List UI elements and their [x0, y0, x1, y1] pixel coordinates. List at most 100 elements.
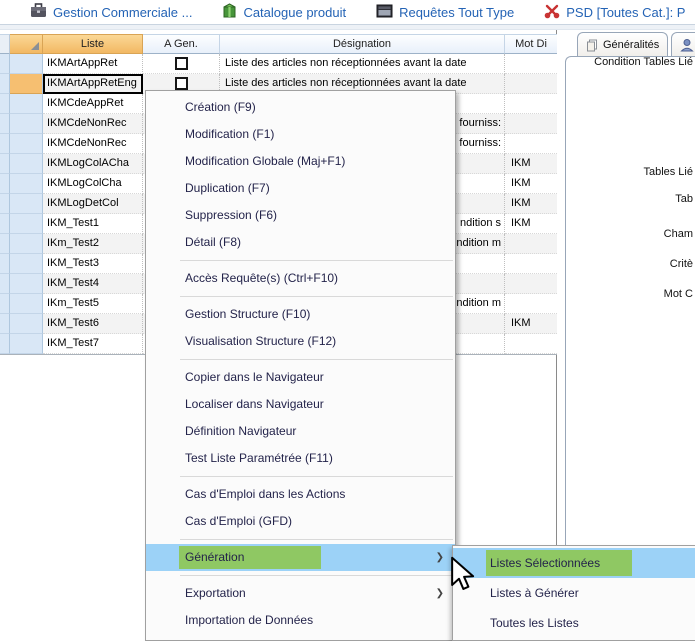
row-selector-cell[interactable]	[10, 334, 43, 354]
cell-liste[interactable]: IKM_Test4	[43, 274, 143, 294]
cell-liste[interactable]: IKM_Test1	[43, 214, 143, 234]
pages-icon	[586, 39, 599, 52]
tab-generalites[interactable]: Généralités	[577, 32, 668, 57]
checkbox-unchecked[interactable]	[175, 57, 188, 70]
cell-mot-di[interactable]	[505, 234, 557, 254]
panel-field-label: Tables Lié	[643, 165, 693, 179]
cell-liste[interactable]: IKM_Test7	[43, 334, 143, 354]
row-selector-cell[interactable]	[10, 94, 43, 114]
row-selector-cell[interactable]	[10, 294, 43, 314]
cell-mot-di[interactable]	[505, 134, 557, 154]
menu-item-importation-de-donn-es[interactable]: Importation de Données	[146, 607, 455, 634]
menu-item-acc-s-requ-te-s-ctrl-f10[interactable]: Accès Requête(s) (Ctrl+F10)	[146, 265, 455, 292]
cell-mot-di[interactable]	[505, 54, 557, 74]
cell-mot-di[interactable]	[505, 114, 557, 134]
menu-separator	[180, 539, 453, 540]
cell-liste[interactable]: IKMLogDetCol	[43, 194, 143, 214]
topbar-item-1[interactable]: Gestion Commerciale ...	[30, 3, 192, 21]
row-selector-cell[interactable]	[10, 54, 43, 74]
menu-item-cr-ation-f9[interactable]: Création (F9)	[146, 94, 455, 121]
table-row[interactable]: IKMArtAppRet Liste des articles non récep…	[0, 54, 557, 74]
cell-mot-di[interactable]	[505, 294, 557, 314]
top-tab-bar: Gestion Commerciale ... Catalogue produit…	[0, 0, 695, 24]
menu-item-localiser-dans-navigateur[interactable]: Localiser dans Navigateur	[146, 391, 455, 418]
row-selector-cell[interactable]	[10, 194, 43, 214]
cell-liste[interactable]: IKMLogColCha	[43, 174, 143, 194]
submenu-item-green-label: Listes Sélectionnées	[486, 550, 632, 576]
menu-item-copier-dans-le-navigateur[interactable]: Copier dans le Navigateur	[146, 364, 455, 391]
row-selector-cell[interactable]	[10, 234, 43, 254]
topbar-item-4[interactable]: PSD [Toutes Cat.]: P	[544, 3, 685, 22]
header-edge-cell	[0, 34, 10, 54]
panel-field-label: Critè	[670, 257, 693, 271]
cell-liste[interactable]: IKm_Test5	[43, 294, 143, 314]
checkbox-unchecked[interactable]	[175, 77, 188, 90]
cell-mot-di[interactable]	[505, 334, 557, 354]
row-edge-cell	[0, 214, 10, 234]
cell-mot-di[interactable]: IKM	[505, 194, 557, 214]
cell-liste[interactable]: IKM_Test3	[43, 254, 143, 274]
row-edge-cell	[0, 154, 10, 174]
submenu-item-listes-s-lectionn-es[interactable]: Listes Sélectionnées	[453, 548, 695, 578]
column-header-liste[interactable]: Liste	[43, 34, 143, 54]
context-menu: Création (F9)Modification (F1)Modificati…	[145, 90, 456, 641]
cell-liste[interactable]: IKMArtAppRet	[43, 54, 143, 74]
menu-item-exportation[interactable]: Exportation❯	[146, 580, 455, 607]
designation-fragment: ndition s	[460, 214, 501, 233]
menu-item-visualisation-structure-f12[interactable]: Visualisation Structure (F12)	[146, 328, 455, 355]
menu-item-modification-f1[interactable]: Modification (F1)	[146, 121, 455, 148]
tab-next-stub[interactable]	[671, 32, 695, 57]
menu-item-d-finition-navigateur[interactable]: Définition Navigateur	[146, 418, 455, 445]
row-selector-cell[interactable]	[10, 154, 43, 174]
cell-liste[interactable]: IKMCdeNonRec	[43, 134, 143, 154]
cell-designation[interactable]: Liste des articles non réceptionnées ava…	[220, 54, 505, 74]
menu-item-green-label: Génération	[179, 546, 321, 569]
cell-mot-di[interactable]: IKM	[505, 214, 557, 234]
row-selector-cell[interactable]	[10, 174, 43, 194]
cell-mot-di[interactable]: IKM	[505, 314, 557, 334]
row-selector-cell[interactable]	[10, 74, 43, 94]
row-selector-cell[interactable]	[10, 214, 43, 234]
menu-item-cas-d-emploi-dans-les-actions[interactable]: Cas d'Emploi dans les Actions	[146, 481, 455, 508]
menu-item-suppression-f6[interactable]: Suppression (F6)	[146, 202, 455, 229]
submenu-item-toutes-les-listes[interactable]: Toutes les Listes	[453, 608, 695, 638]
row-selector-cell[interactable]	[10, 114, 43, 134]
column-header-a-gen[interactable]: A Gen.	[143, 34, 220, 54]
cell-mot-di[interactable]	[505, 274, 557, 294]
row-edge-cell	[0, 194, 10, 214]
cell-mot-di[interactable]: IKM	[505, 154, 557, 174]
cell-mot-di[interactable]	[505, 94, 557, 114]
cell-mot-di[interactable]	[505, 74, 557, 94]
cell-liste[interactable]: IKMArtAppRetEng	[43, 74, 143, 94]
topbar-item-label: PSD [Toutes Cat.]: P	[566, 5, 685, 20]
column-header-mot-di[interactable]: Mot Di	[505, 34, 557, 54]
cell-mot-di[interactable]	[505, 254, 557, 274]
menu-item-test-liste-param-tr-e-f11[interactable]: Test Liste Paramétrée (F11)	[146, 445, 455, 472]
topbar-item-2[interactable]: Catalogue produit	[222, 3, 346, 21]
tab-generalites-label: Généralités	[603, 39, 659, 51]
cell-liste[interactable]: IKM_Test6	[43, 314, 143, 334]
menu-item-g-n-ration[interactable]: Génération❯	[146, 544, 455, 571]
row-edge-cell	[0, 74, 10, 94]
row-selector-cell[interactable]	[10, 254, 43, 274]
cell-liste[interactable]: IKm_Test2	[43, 234, 143, 254]
menu-item-modification-globale-maj-f1[interactable]: Modification Globale (Maj+F1)	[146, 148, 455, 175]
cell-liste[interactable]: IKMCdeAppRet	[43, 94, 143, 114]
cell-liste[interactable]: IKMLogColACha	[43, 154, 143, 174]
submenu-item-listes-g-n-rer[interactable]: Listes à Générer	[453, 578, 695, 608]
row-selector-cell[interactable]	[10, 134, 43, 154]
menu-item-cas-d-emploi-gfd[interactable]: Cas d'Emploi (GFD)	[146, 508, 455, 535]
menu-item-duplication-f7[interactable]: Duplication (F7)	[146, 175, 455, 202]
menu-item-d-tail-f8[interactable]: Détail (F8)	[146, 229, 455, 256]
menu-item-gestion-structure-f10[interactable]: Gestion Structure (F10)	[146, 301, 455, 328]
menu-separator	[180, 359, 453, 360]
row-selector-cell[interactable]	[10, 274, 43, 294]
select-all-header[interactable]	[10, 34, 43, 54]
cell-mot-di[interactable]: IKM	[505, 174, 557, 194]
topbar-item-3[interactable]: Requêtes Tout Type	[376, 4, 514, 21]
cell-a-gen[interactable]	[143, 54, 220, 74]
cell-liste[interactable]: IKMCdeNonRec	[43, 114, 143, 134]
designation-fragment: ndition m	[456, 234, 501, 253]
column-header-designation[interactable]: Désignation	[220, 34, 505, 54]
row-selector-cell[interactable]	[10, 314, 43, 334]
